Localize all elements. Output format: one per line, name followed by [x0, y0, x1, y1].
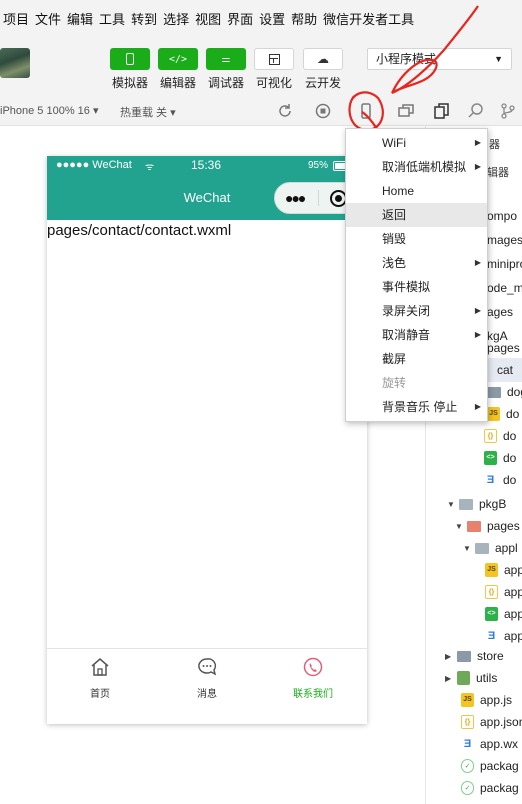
menu-item-destroy[interactable]: 销毁 [346, 227, 487, 251]
menu-item-home[interactable]: Home [346, 179, 487, 203]
menu-item-label: 背景音乐 停止 [382, 400, 458, 414]
menu-item-label: 旋转 [382, 376, 407, 390]
submenu-arrow-icon: ▶ [474, 138, 481, 147]
menu-item-screenshot[interactable]: 截屏 [346, 347, 487, 371]
submenu-arrow-icon: ▶ [474, 330, 481, 339]
menu-item-bg-music[interactable]: 背景音乐 停止 ▶ [346, 395, 487, 419]
device-context-menu: WiFi ▶ 取消低端机模拟 ▶ Home 返回 销毁 浅色 ▶ 事件模拟 录屏关闭 ▶… [345, 128, 488, 422]
menu-item-label: 浅色 [382, 256, 407, 270]
menu-item-label: 返回 [382, 208, 407, 222]
menu-item-label: 录屏关闭 [382, 304, 431, 318]
menu-item-label: 事件模拟 [382, 280, 431, 294]
submenu-arrow-icon: ▶ [474, 402, 481, 411]
submenu-arrow-icon: ▶ [474, 258, 481, 267]
menu-item-rotate: 旋转 [346, 371, 487, 395]
menu-item-low-end[interactable]: 取消低端机模拟 ▶ [346, 155, 487, 179]
annotation-circle [348, 91, 384, 132]
menu-item-label: 取消静音 [382, 328, 431, 342]
submenu-arrow-icon: ▶ [474, 162, 481, 171]
menu-item-wifi[interactable]: WiFi ▶ [346, 131, 487, 155]
menu-item-back[interactable]: 返回 [346, 203, 487, 227]
menu-item-label: WiFi [382, 136, 406, 150]
menu-item-event-sim[interactable]: 事件模拟 [346, 275, 487, 299]
menu-item-label: 取消低端机模拟 [382, 160, 467, 174]
menu-item-label: 截屏 [382, 352, 407, 366]
submenu-arrow-icon: ▶ [474, 306, 481, 315]
menu-item-screen-record[interactable]: 录屏关闭 ▶ [346, 299, 487, 323]
annotation-scribble [391, 5, 479, 95]
menu-item-mute[interactable]: 取消静音 ▶ [346, 323, 487, 347]
menu-item-label: Home [382, 184, 415, 198]
menu-item-label: 销毁 [382, 232, 407, 246]
menu-item-theme[interactable]: 浅色 ▶ [346, 251, 487, 275]
